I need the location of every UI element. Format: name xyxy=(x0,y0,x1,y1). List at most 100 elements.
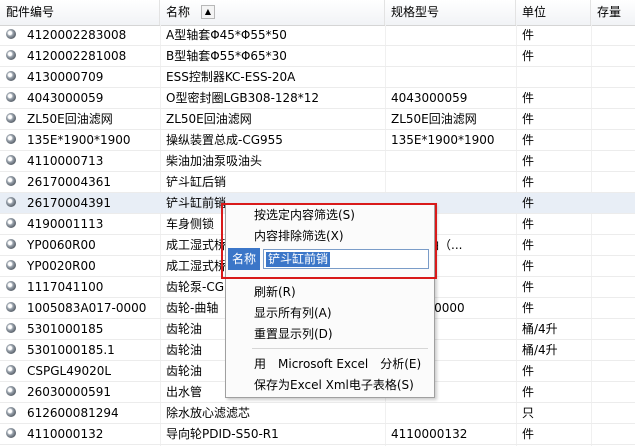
table-cell[interactable] xyxy=(391,25,513,45)
menu-item-reset-columns[interactable]: 重置显示列(D) xyxy=(254,324,333,344)
record-icon xyxy=(6,302,16,312)
table-row[interactable]: ZL50E回油滤网 ZL50E回油滤网 ZL50E回油滤网件 xyxy=(0,109,635,130)
table-row[interactable]: 4130000709 ESS控制器KC-ESS-20A xyxy=(0,67,635,88)
table-cell[interactable]: 26170004361 xyxy=(27,172,157,192)
column-header-unit[interactable]: 单位 xyxy=(516,0,591,25)
table-cell[interactable]: 件 xyxy=(522,382,590,402)
table-cell[interactable]: 件 xyxy=(522,151,590,171)
table-cell[interactable]: 4043000059 xyxy=(27,88,157,108)
column-label: 规格型号 xyxy=(391,5,440,19)
table-cell[interactable]: 只 xyxy=(522,403,590,423)
table-cell[interactable]: A型轴套Φ45*Φ55*50 xyxy=(166,25,382,45)
table-cell[interactable] xyxy=(391,46,513,66)
table-cell[interactable]: 件 xyxy=(522,193,590,213)
record-icon xyxy=(6,281,16,291)
menu-item-show-all-columns[interactable]: 显示所有列(A) xyxy=(254,303,332,323)
table-cell[interactable]: 612600081294 xyxy=(27,403,157,423)
record-icon xyxy=(6,365,16,375)
table-cell[interactable]: CSPGL49020L xyxy=(27,361,157,381)
table-cell[interactable]: ZL50E回油滤网 xyxy=(391,109,513,129)
table-cell[interactable]: 件 xyxy=(522,88,590,108)
table-cell[interactable]: 4110000132 xyxy=(27,424,157,444)
record-icon xyxy=(6,344,16,354)
table-cell[interactable]: 26170004391 xyxy=(27,193,157,213)
table-cell[interactable]: 135E*1900*1900 xyxy=(27,130,157,150)
table-cell[interactable]: 26030000591 xyxy=(27,382,157,402)
table-cell[interactable]: O型密封圈LGB308-128*12 xyxy=(166,88,382,108)
table-cell[interactable]: 4120002281008 xyxy=(27,46,157,66)
table-cell[interactable]: 4120002283008 xyxy=(27,25,157,45)
table-row[interactable]: 612600081294 除水放心滤滤芯 只 xyxy=(0,403,635,424)
table-cell[interactable] xyxy=(391,403,513,423)
table-cell[interactable] xyxy=(391,67,513,87)
table-cell[interactable]: 4190001113 xyxy=(27,214,157,234)
record-icon xyxy=(6,71,16,81)
table-cell[interactable]: 桶/4升 xyxy=(522,319,590,339)
table-cell[interactable]: 件 xyxy=(522,361,590,381)
column-header-spec[interactable]: 规格型号 xyxy=(385,0,516,25)
table-row[interactable]: 4120002283008 A型轴套Φ45*Φ55*50 件 xyxy=(0,25,635,46)
table-cell[interactable]: 件 xyxy=(522,172,590,192)
table-cell[interactable]: 5301000185 xyxy=(27,319,157,339)
table-cell[interactable]: ESS控制器KC-ESS-20A xyxy=(166,67,382,87)
record-icon xyxy=(6,113,16,123)
record-icon xyxy=(6,386,16,396)
table-cell[interactable]: 件 xyxy=(522,235,590,255)
table-row[interactable]: 4110000713 柴油加油泵吸油头 件 xyxy=(0,151,635,172)
table-cell[interactable]: 件 xyxy=(522,298,590,318)
table-cell[interactable]: ZL50E回油滤网 xyxy=(27,109,157,129)
record-icon xyxy=(6,197,16,207)
table-cell[interactable] xyxy=(391,151,513,171)
table-cell[interactable]: 4110000713 xyxy=(27,151,157,171)
table-row[interactable]: 4120002281008 B型轴套Φ55*Φ65*30 件 xyxy=(0,46,635,67)
table-cell[interactable]: 4130000709 xyxy=(27,67,157,87)
column-header-stock[interactable]: 存量 xyxy=(591,0,635,25)
record-icon xyxy=(6,176,16,186)
menu-item-refresh[interactable]: 刷新(R) xyxy=(254,282,296,302)
table-cell[interactable]: 件 xyxy=(522,424,590,444)
table-cell[interactable]: 件 xyxy=(522,256,590,276)
table-row[interactable]: 4110000132 导向轮PDID-S50-R1 4110000132 件 xyxy=(0,424,635,445)
record-icon xyxy=(6,239,16,249)
table-cell[interactable]: 135E*1900*1900 xyxy=(391,130,513,150)
column-header-name[interactable]: 名称 xyxy=(160,0,385,25)
table-cell[interactable] xyxy=(522,67,590,87)
menu-separator xyxy=(252,348,428,349)
table-cell[interactable]: 桶/4升 xyxy=(522,340,590,360)
record-icon xyxy=(6,50,16,60)
sort-up-icon[interactable]: ▲ xyxy=(201,5,215,19)
table-cell[interactable]: 件 xyxy=(522,277,590,297)
table-cell[interactable] xyxy=(391,172,513,192)
table-cell[interactable]: 1117041100 xyxy=(27,277,157,297)
table-cell[interactable]: 铲斗缸后销 xyxy=(166,172,382,192)
table-cell[interactable]: 5301000185.1 xyxy=(27,340,157,360)
column-label: 存量 xyxy=(597,5,622,19)
menu-item-analyze-excel[interactable]: 用 Microsoft Excel 分析(E) xyxy=(254,354,421,374)
record-icon xyxy=(6,155,16,165)
table-cell[interactable]: ZL50E回油滤网 xyxy=(166,109,382,129)
grid-header: 配件编号 名称 ▲ 规格型号 单位 存量 xyxy=(0,0,635,26)
table-row[interactable]: 26170004361 铲斗缸后销 件 xyxy=(0,172,635,193)
column-label: 单位 xyxy=(522,5,547,19)
table-cell[interactable]: 件 xyxy=(522,214,590,234)
table-cell[interactable]: 件 xyxy=(522,109,590,129)
table-row[interactable]: 135E*1900*1900 操纵装置总成-CG955 135E*1900*1900… xyxy=(0,130,635,151)
record-icon xyxy=(6,407,16,417)
table-cell[interactable]: YP0020R00 xyxy=(27,256,157,276)
table-cell[interactable]: 4043000059 xyxy=(391,88,513,108)
table-cell[interactable]: YP0060R00 xyxy=(27,235,157,255)
column-header-part-number[interactable]: 配件编号 xyxy=(0,0,160,25)
table-cell[interactable]: 操纵装置总成-CG955 xyxy=(166,130,382,150)
table-cell[interactable]: 1005083A017-0000 xyxy=(27,298,157,318)
table-cell[interactable]: 件 xyxy=(522,130,590,150)
menu-item-save-excel-xml[interactable]: 保存为Excel Xml电子表格(S) xyxy=(254,375,414,395)
table-cell[interactable]: 除水放心滤滤芯 xyxy=(166,403,382,423)
table-cell[interactable]: 件 xyxy=(522,25,590,45)
table-row[interactable]: 4043000059 O型密封圈LGB308-128*12 4043000059 件 xyxy=(0,88,635,109)
table-cell[interactable]: B型轴套Φ55*Φ65*30 xyxy=(166,46,382,66)
column-label: 名称 xyxy=(166,5,191,19)
table-cell[interactable]: 件 xyxy=(522,46,590,66)
table-cell[interactable]: 导向轮PDID-S50-R1 xyxy=(166,424,382,444)
table-cell[interactable]: 4110000132 xyxy=(391,424,513,444)
table-cell[interactable]: 柴油加油泵吸油头 xyxy=(166,151,382,171)
